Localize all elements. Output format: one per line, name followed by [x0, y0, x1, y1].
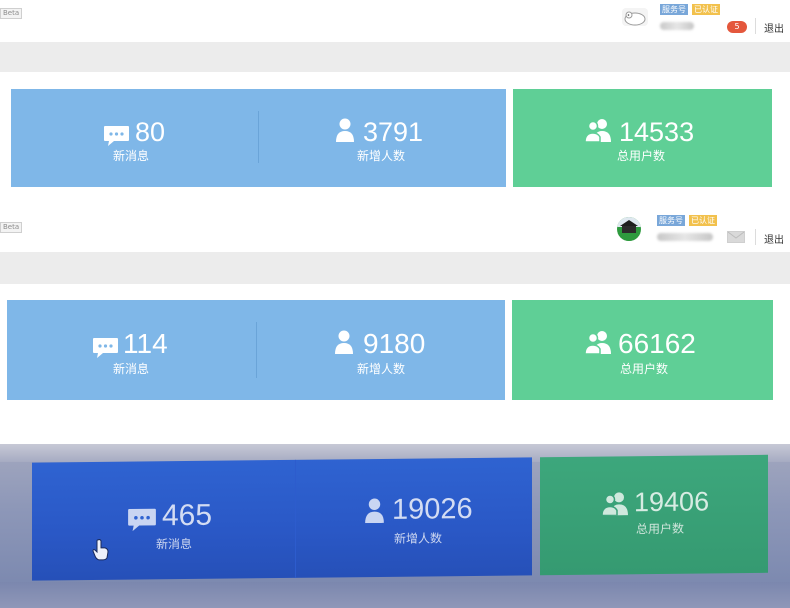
stat-new-messages[interactable]: 114 新消息 — [7, 300, 256, 400]
account-name-blurred — [660, 22, 694, 30]
chat-bubble-icon — [104, 126, 129, 146]
logout-link[interactable]: 退出 — [764, 20, 784, 35]
new-followers-value: 3791 — [363, 117, 424, 147]
users-icon — [602, 492, 628, 516]
cat-avatar-icon — [624, 11, 646, 26]
header-divider — [755, 229, 756, 245]
chat-bubble-icon — [93, 338, 118, 358]
verified-tag: 已认证 — [692, 4, 720, 15]
stat-total-users[interactable]: 19406 总用户数 — [540, 454, 768, 576]
top-header: Beta 服务号 已认证 5 退出 — [0, 0, 790, 42]
new-followers-value: 9180 — [363, 328, 426, 359]
logout-link[interactable]: 退出 — [764, 231, 784, 246]
new-followers-value: 19026 — [392, 493, 473, 526]
stats-tile-blue: 465 新消息 19026 新增人数 — [32, 457, 532, 581]
new-followers-label: 新增人数 — [356, 149, 405, 163]
notification-badge[interactable]: 5 — [727, 21, 747, 33]
account-name-blurred — [657, 233, 713, 241]
beta-tag: Beta — [0, 8, 23, 19]
stat-total-users[interactable]: 66162 总用户数 — [512, 300, 773, 400]
hand-cursor-icon — [92, 539, 109, 561]
dashboard-screenshot-1: Beta 服务号 已认证 5 退出 80 新消息 3791 新增人数 14533… — [0, 0, 790, 200]
stat-new-messages[interactable]: 465 新消息 — [32, 460, 295, 581]
stat-total-users[interactable]: 14533 总用户数 — [513, 89, 772, 187]
stat-new-followers[interactable]: 9180 新增人数 — [257, 300, 505, 400]
users-icon — [585, 331, 611, 354]
top-header: Beta 服务号 已认证 退出 — [0, 202, 790, 252]
total-users-label: 总用户数 — [635, 521, 684, 537]
new-followers-label: 新增人数 — [393, 531, 442, 546]
header-divider — [755, 18, 756, 34]
new-messages-value: 114 — [123, 328, 168, 359]
total-users-value: 66162 — [618, 328, 696, 359]
stats-tile-blue: 80 新消息 3791 新增人数 — [11, 89, 506, 187]
chat-bubble-icon — [128, 508, 156, 532]
total-users-label: 总用户数 — [616, 149, 665, 163]
account-avatar[interactable] — [617, 217, 641, 241]
person-icon — [335, 330, 353, 354]
person-icon — [365, 498, 384, 524]
new-messages-label: 新消息 — [112, 149, 149, 163]
new-messages-value: 465 — [162, 498, 213, 533]
dashboard-screenshot-2: Beta 服务号 已认证 退出 114 新消息 9180 新增人数 66162 … — [0, 202, 790, 410]
stats-tile-blue: 114 新消息 9180 新增人数 — [7, 300, 505, 400]
stat-new-followers[interactable]: 19026 新增人数 — [296, 457, 532, 577]
total-users-value: 19406 — [634, 486, 710, 518]
new-messages-label: 新消息 — [112, 362, 149, 376]
person-icon — [336, 118, 354, 142]
mail-icon[interactable] — [727, 231, 745, 243]
dashboard-photo-3: 465 新消息 19026 新增人数 19406 总用户数 — [0, 444, 790, 608]
new-messages-value: 80 — [135, 117, 166, 147]
users-icon — [585, 119, 611, 142]
total-users-value: 14533 — [619, 117, 695, 147]
service-account-tag: 服务号 — [657, 215, 685, 226]
stat-new-messages[interactable]: 80 新消息 — [11, 89, 258, 187]
stat-new-followers[interactable]: 3791 新增人数 — [259, 89, 506, 187]
house-avatar-icon — [617, 217, 641, 241]
account-avatar[interactable] — [622, 8, 648, 26]
service-account-tag: 服务号 — [660, 4, 688, 15]
new-messages-label: 新消息 — [155, 536, 192, 552]
new-followers-label: 新增人数 — [356, 362, 405, 376]
beta-tag: Beta — [0, 222, 23, 233]
total-users-label: 总用户数 — [619, 362, 668, 376]
screen-bottom-edge — [0, 582, 790, 608]
verified-tag: 已认证 — [689, 215, 717, 226]
